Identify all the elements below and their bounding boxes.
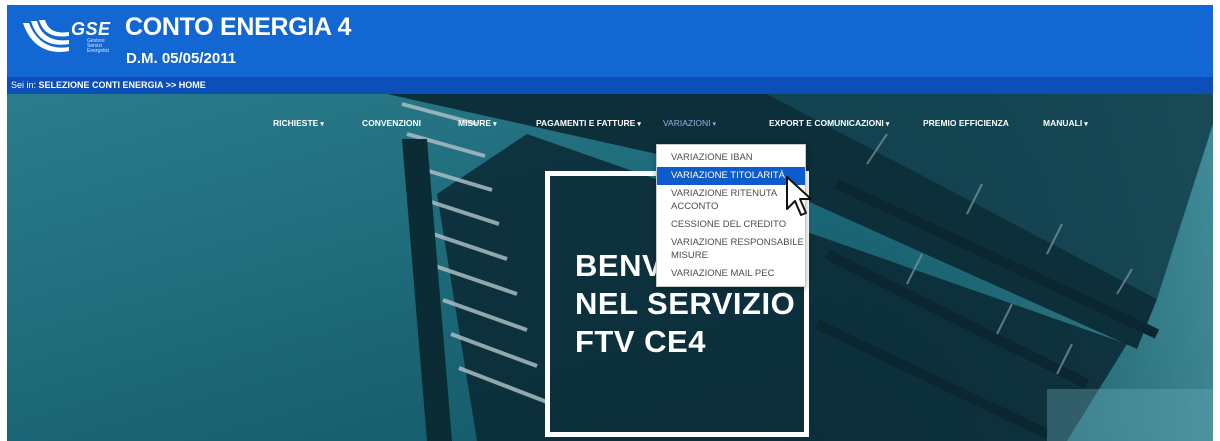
breadcrumb-path[interactable]: SELEZIONE CONTI ENERGIA >> HOME	[39, 77, 206, 94]
menu-item-variazione-responsabile-misure[interactable]: VARIAZIONE RESPONSABILE MISURE	[657, 234, 805, 265]
nav-richieste[interactable]: RICHIESTE ▾	[273, 118, 324, 128]
chevron-down-icon: ▾	[320, 121, 324, 128]
mouse-pointer-icon	[786, 176, 812, 216]
nav-manuali[interactable]: MANUALI ▾	[1043, 118, 1088, 128]
chevron-down-icon: ▾	[885, 121, 890, 128]
gse-swoosh-icon	[23, 20, 69, 52]
app-window: GSE Gestore Servizi Energetici CONTO ENE…	[7, 5, 1213, 441]
chevron-down-icon: ▾	[1084, 121, 1088, 128]
nav-label: CONVENZIONI	[362, 118, 422, 128]
menu-item-variazione-iban[interactable]: VARIAZIONE IBAN	[657, 149, 805, 167]
header-bar: GSE Gestore Servizi Energetici CONTO ENE…	[7, 5, 1213, 77]
nav-convenzioni[interactable]: CONVENZIONI	[362, 118, 421, 128]
gse-logo[interactable]: GSE Gestore Servizi Energetici	[21, 17, 110, 61]
variazioni-dropdown-menu: VARIAZIONE IBAN VARIAZIONE TITOLARITÀ VA…	[656, 144, 806, 287]
nav-label: RICHIESTE	[273, 118, 319, 128]
menu-item-variazione-ritenuta-acconto[interactable]: VARIAZIONE RITENUTA ACCONTO	[657, 185, 805, 216]
chevron-down-icon: ▾	[637, 121, 641, 128]
welcome-line-3: FTV CE4	[575, 324, 706, 359]
breadcrumb: Sei in: SELEZIONE CONTI ENERGIA >> HOME	[7, 77, 1213, 94]
nav-variazioni[interactable]: VARIAZIONI ▾	[663, 118, 716, 128]
page-subtitle: D.M. 05/05/2011	[126, 50, 237, 67]
menu-item-cessione-credito[interactable]: CESSIONE DEL CREDITO	[657, 216, 805, 234]
menu-item-variazione-mail-pec[interactable]: VARIAZIONE MAIL PEC	[657, 265, 805, 283]
nav-pagamenti-fatture[interactable]: PAGAMENTI E FATTURE ▾	[536, 118, 641, 128]
nav-export-comunicazioni[interactable]: EXPORT E COMUNICAZIONI ▾	[769, 118, 889, 128]
nav-label: PREMIO EFFICIENZA	[923, 118, 1009, 128]
nav-label: EXPORT E COMUNICAZIONI	[769, 118, 884, 128]
page-title: CONTO ENERGIA 4	[125, 13, 352, 41]
main-nav: RICHIESTE ▾ CONVENZIONI MISURE ▾ PAGAMENTI…	[7, 118, 1213, 138]
chevron-down-icon: ▾	[712, 121, 717, 128]
nav-label: MANUALI	[1043, 118, 1083, 128]
nav-label: PAGAMENTI E FATTURE	[536, 118, 636, 128]
breadcrumb-prefix: Sei in:	[11, 80, 37, 90]
nav-premio-efficienza[interactable]: PREMIO EFFICIENZA	[923, 118, 1009, 128]
chevron-down-icon: ▾	[493, 121, 497, 128]
logo-subtext: Gestore Servizi Energetici	[87, 38, 110, 54]
logo-text: GSE	[71, 19, 111, 39]
nav-misure[interactable]: MISURE ▾	[458, 118, 497, 128]
menu-item-variazione-titolarita[interactable]: VARIAZIONE TITOLARITÀ	[657, 167, 805, 185]
nav-label: MISURE	[458, 118, 492, 128]
welcome-line-2: NEL SERVIZIO	[575, 286, 796, 321]
nav-label: VARIAZIONI	[663, 118, 711, 128]
